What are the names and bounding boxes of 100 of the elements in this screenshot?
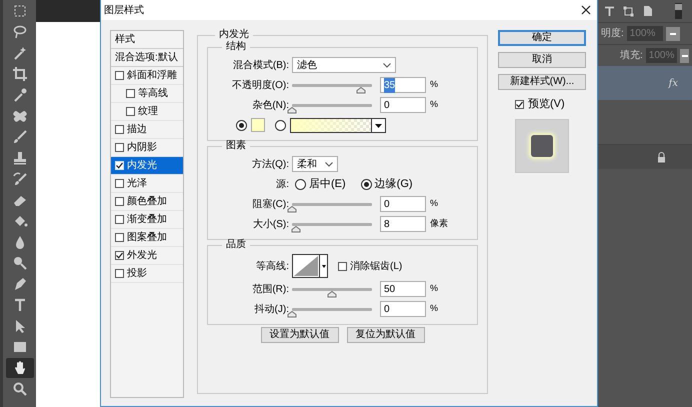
preview-thumbnail [515,118,569,172]
style-item[interactable]: 外发光 [111,247,183,265]
crop-icon[interactable] [12,66,28,82]
checkbox[interactable] [115,215,124,224]
history-brush-icon[interactable] [12,171,28,187]
color-swatch[interactable] [251,118,265,132]
close-icon[interactable] [581,5,591,15]
checkbox-label: 预览(V) [528,97,565,112]
field-label: 范围(R): [251,282,290,296]
field-label: 混合模式(B): [232,58,290,72]
default-button[interactable]: 设置为默认值 [260,327,338,343]
toggle-icon[interactable] [675,3,682,19]
rectangle-icon[interactable] [12,339,28,355]
radio-button[interactable] [275,120,286,130]
radio-button[interactable] [360,178,372,190]
zoom-icon[interactable] [12,381,28,397]
checkbox[interactable] [115,71,124,80]
dropdown-button[interactable] [680,48,689,62]
style-item[interactable]: 渐变叠加 [111,211,183,229]
style-item[interactable]: 斜面和浮雕 [111,67,183,85]
dialog-button[interactable]: 取消 [498,52,586,68]
field-label: 不透明度(O): [230,78,290,92]
transform-icon[interactable] [623,6,634,16]
minus-icon [682,54,688,56]
lock-icon[interactable] [657,152,666,162]
dialog-button[interactable]: 确定 [498,30,586,46]
checkbox[interactable] [126,89,135,98]
checkbox[interactable] [115,125,124,134]
unit-label: % [430,302,438,316]
type-icon[interactable] [604,6,615,16]
brush-icon[interactable] [12,129,28,145]
eyedropper-icon[interactable] [12,87,28,103]
minus-icon [670,32,676,34]
number-field[interactable]: 8 [380,216,426,232]
group-title: 图素 [225,141,247,151]
unit-label: % [430,282,438,296]
style-item[interactable]: 内发光 [111,157,183,175]
caret-icon [325,162,333,166]
checkbox[interactable] [126,107,135,116]
unit-label: 像素 [430,217,448,230]
number-field[interactable]: 0 [380,301,426,317]
field-label: 大小(S): [252,218,290,232]
style-item[interactable]: 光泽 [111,175,183,193]
number-field[interactable]: 35 [380,77,426,93]
bandage-icon[interactable] [12,108,28,124]
field-label: 源: [275,178,290,192]
unit-label: % [430,197,438,210]
unit-label: % [430,78,438,92]
field-label: 等高线: [255,260,290,274]
list-header: 样式 [115,32,135,47]
dropdown[interactable]: 滤色 [292,57,396,73]
style-item[interactable]: 颜色叠加 [111,193,183,211]
dropdown[interactable]: 柔和 [292,156,338,172]
field-label: 杂色(N): [251,98,290,112]
unit-label: % [430,98,438,112]
checkbox[interactable] [115,143,124,152]
dialog-title: 图层样式 [104,4,144,18]
group-title: 结构 [225,42,247,52]
checkbox[interactable] [338,262,347,270]
radio-button[interactable] [236,120,247,130]
field-label: 填充: [620,48,643,63]
document-icon[interactable] [642,5,653,17]
field-label: 抖动(J): [254,302,290,316]
options-bar [36,0,100,22]
default-button[interactable]: 复位为默认值 [346,327,424,343]
checkbox-label: 消除锯齿(L) [350,260,402,274]
checkbox[interactable] [115,251,124,260]
style-item[interactable]: 图案叠加 [111,229,183,247]
checkbox[interactable] [515,100,524,109]
checkbox[interactable] [115,269,124,278]
radio-label: 边缘(G) [374,176,413,192]
number-field[interactable]: 50 [380,281,426,297]
style-item[interactable]: 等高线 [111,85,183,103]
checkbox[interactable] [115,197,124,206]
field-label: 明度: [601,26,624,41]
caret-icon [383,62,391,68]
layer-row[interactable]: fx [598,66,692,100]
checkbox[interactable] [115,161,124,170]
dialog-button[interactable]: 新建样式(W)... [498,74,586,90]
style-item[interactable]: 纹理 [111,103,183,121]
contour-picker[interactable] [292,254,328,278]
field-label: 方法(Q): [250,158,290,172]
magic-wand-icon[interactable] [12,45,28,61]
style-item[interactable]: 混合选项:默认 [115,50,178,65]
field-label: 阻塞(C): [251,198,290,212]
lasso-icon[interactable] [12,24,28,40]
radio-button[interactable] [295,178,306,190]
section-title: 内发光 [218,30,250,40]
fx-label: fx [668,76,678,90]
dropdown-button[interactable] [666,26,680,40]
style-item[interactable]: 投影 [111,265,183,283]
stamp-icon[interactable] [12,150,28,166]
group-title: 品质 [225,240,247,250]
style-item[interactable]: 描边 [111,121,183,139]
checkbox[interactable] [115,179,124,188]
number-field[interactable]: 0 [380,97,426,113]
gradient-picker[interactable] [290,118,386,132]
number-field[interactable]: 0 [380,196,426,212]
marquee-icon[interactable] [12,3,28,19]
checkbox[interactable] [115,233,124,242]
